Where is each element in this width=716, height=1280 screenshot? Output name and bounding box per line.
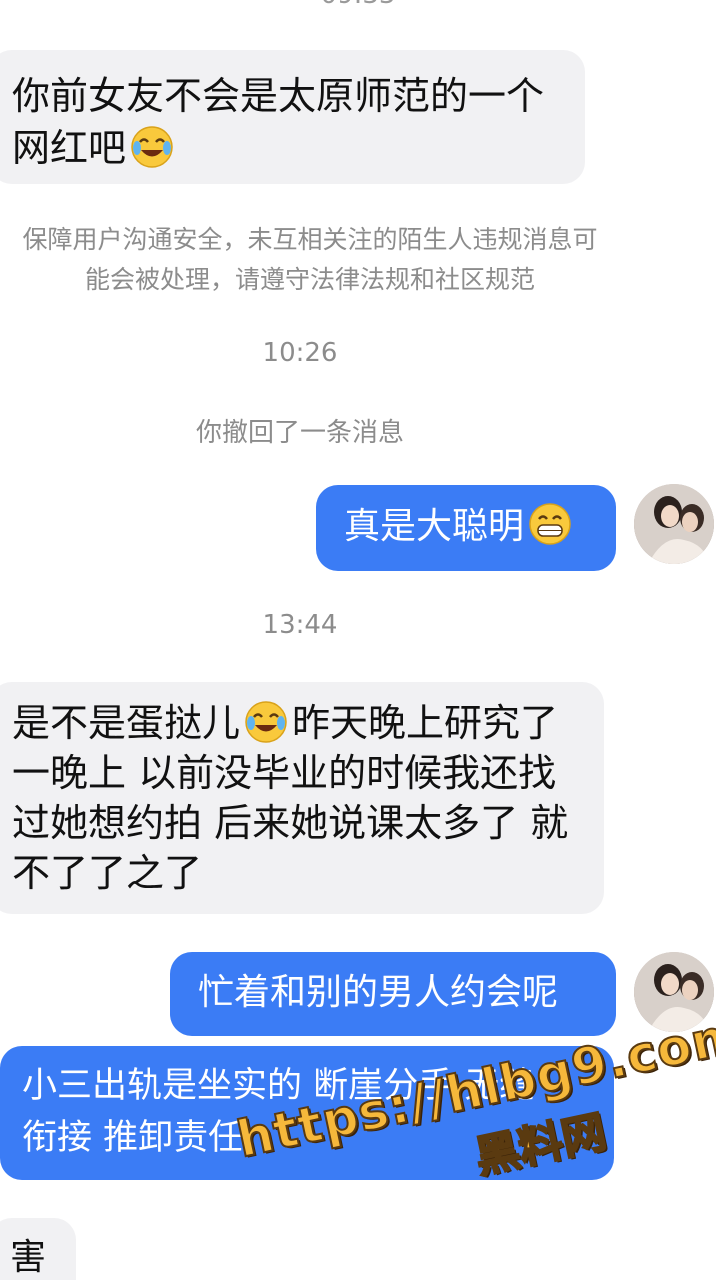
message-text: 害 [10, 1237, 47, 1278]
message-text: 是不是蛋挞儿 昨天晚上研究了 [12, 701, 559, 745]
incoming-message-bubble[interactable]: 你前女友不会是太原师范的一个 网红吧 [0, 50, 585, 184]
crying-laughing-emoji-icon [245, 701, 287, 743]
message-text: 不了了之了 [12, 851, 203, 895]
outgoing-message-bubble[interactable]: 小三出轨是坐实的 断崖分手 无缝 衔接 推卸责任 [0, 1046, 614, 1180]
timestamp: 10:26 [262, 338, 338, 368]
avatar-photo [634, 484, 714, 564]
incoming-message-bubble[interactable]: 害 [0, 1218, 76, 1280]
notice-line: 能会被处理，请遵守法律法规和社区规范 [84, 265, 535, 294]
timestamp-top: 09:33 [0, 0, 716, 10]
message-text: 真是大聪明 [344, 506, 525, 547]
timestamp: 13:44 [262, 610, 338, 640]
message-text: 过她想约拍 后来她说课太多了 就 [12, 801, 569, 845]
message-text: 衔接 推卸责任 [22, 1118, 244, 1158]
incoming-message-bubble[interactable]: 是不是蛋挞儿 昨天晚上研究了 一晚上 以前没毕业的时候我还找 过她想约拍 后来她… [0, 682, 604, 914]
grinning-emoji-icon [529, 503, 571, 545]
message-text: 你前女友不会是太原师范的一个 [12, 74, 545, 118]
crying-laughing-emoji-icon [131, 126, 173, 168]
user-avatar[interactable] [634, 484, 714, 564]
user-avatar[interactable] [634, 952, 714, 1032]
chat-screen: 09:33 你前女友不会是太原师范的一个 网红吧 保障用户沟通安全，未互相关注的… [0, 0, 716, 1280]
message-text: 网红吧 [12, 122, 563, 174]
recall-notice: 你撤回了一条消息 [195, 418, 404, 448]
safety-notice: 保障用户沟通安全，未互相关注的陌生人违规消息可 能会被处理，请遵守法律法规和社区… [0, 220, 620, 300]
message-text: 一晚上 以前没毕业的时候我还找 [12, 751, 557, 795]
outgoing-message-bubble[interactable]: 忙着和别的男人约会呢 [170, 952, 616, 1036]
notice-line: 保障用户沟通安全，未互相关注的陌生人违规消息可 [22, 225, 598, 254]
outgoing-message-bubble[interactable]: 真是大聪明 [316, 485, 616, 571]
message-text: 忙着和别的男人约会呢 [198, 972, 559, 1013]
message-text: 小三出轨是坐实的 断崖分手 无缝 [22, 1066, 535, 1106]
avatar-photo [634, 952, 714, 1032]
